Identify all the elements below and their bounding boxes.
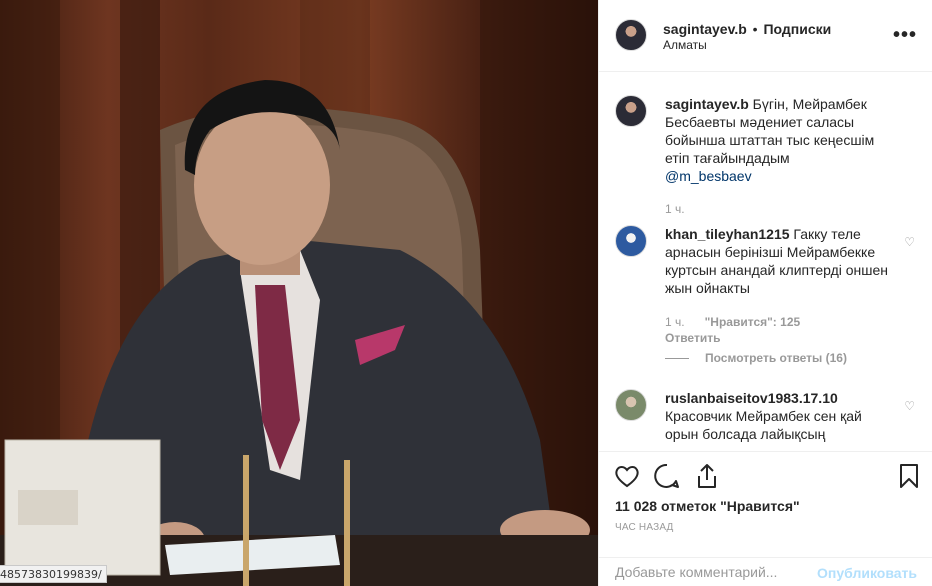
- comment-like-heart-icon[interactable]: ♡: [904, 235, 915, 249]
- add-comment-bar: Опубликовать: [599, 557, 932, 586]
- post-panel: sagintayev.b • Подписки Алматы ••• sagin…: [598, 0, 932, 586]
- comment-icon[interactable]: [653, 462, 681, 490]
- author-line: sagintayev.b • Подписки: [663, 21, 831, 37]
- comment-avatar[interactable]: [615, 225, 647, 257]
- comment-likes-count[interactable]: 125: [780, 315, 800, 329]
- caption-mention[interactable]: @m_besbaev: [665, 168, 752, 184]
- author-username[interactable]: sagintayev.b: [663, 21, 747, 37]
- comment-time: 1 ч.: [665, 315, 685, 329]
- bookmark-icon[interactable]: [895, 462, 923, 490]
- reply-button[interactable]: Ответить: [665, 331, 720, 345]
- post-time: ЧАС НАЗАД: [615, 522, 674, 533]
- more-options-icon[interactable]: •••: [893, 24, 917, 47]
- heart-icon[interactable]: [613, 462, 641, 490]
- comment-input[interactable]: [615, 564, 815, 580]
- caption-username[interactable]: sagintayev.b: [665, 96, 749, 112]
- separator-dot: •: [752, 21, 758, 37]
- post-actions: 11 028 отметок "Нравится" ЧАС НАЗАД Опуб…: [599, 451, 932, 586]
- post-photo[interactable]: 48573830199839/: [0, 0, 598, 586]
- status-bar-url: 48573830199839/: [0, 565, 107, 583]
- share-icon[interactable]: [693, 462, 721, 490]
- author-avatar[interactable]: [615, 19, 647, 51]
- comment-username[interactable]: khan_tileyhan1215: [665, 226, 790, 242]
- photo-illustration: [0, 0, 598, 586]
- comment-body: khan_tileyhan1215 Гакку теле арнасын бер…: [665, 225, 897, 297]
- caption-avatar[interactable]: [615, 95, 647, 127]
- comments-list[interactable]: sagintayev.b Бүгін, Мейрамбек Бесбаевты …: [599, 73, 932, 451]
- comment-like-heart-icon[interactable]: ♡: [904, 399, 915, 413]
- comment-text: Красовчик Мейрамбек сен қай орын болсада…: [665, 408, 862, 442]
- post-header: sagintayev.b • Подписки Алматы •••: [599, 0, 932, 72]
- view-replies-button[interactable]: Посмотреть ответы (16): [665, 351, 847, 365]
- caption-time: 1 ч.: [665, 202, 685, 216]
- comment-avatar[interactable]: [615, 389, 647, 421]
- post-location[interactable]: Алматы: [663, 38, 707, 52]
- comment-body: ruslanbaiseitov1983.17.10 Красовчик Мейр…: [665, 389, 897, 443]
- caption-body: sagintayev.b Бүгін, Мейрамбек Бесбаевты …: [665, 95, 897, 185]
- comment-likes-label[interactable]: "Нравится":: [705, 315, 777, 329]
- publish-button[interactable]: Опубликовать: [817, 565, 917, 581]
- following-button[interactable]: Подписки: [763, 21, 831, 37]
- likes-count[interactable]: 11 028 отметок "Нравится": [615, 498, 800, 514]
- comment-meta: 1 ч. "Нравится": 125: [665, 315, 800, 329]
- comment-username[interactable]: ruslanbaiseitov1983.17.10: [665, 390, 838, 406]
